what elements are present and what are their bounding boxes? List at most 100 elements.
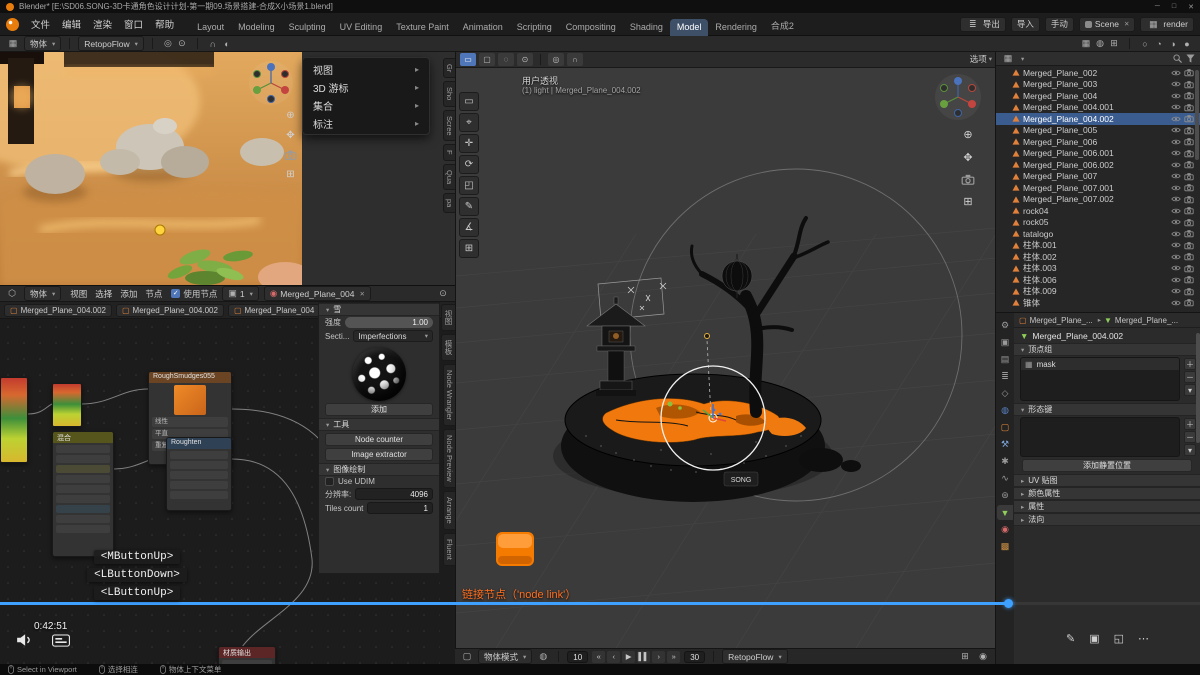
disable-render-icon[interactable] <box>1184 160 1194 169</box>
video-progress-handle[interactable] <box>1004 599 1013 608</box>
disable-render-icon[interactable] <box>1184 68 1194 77</box>
sidebar-tab[interactable]: Node Wrangler <box>443 364 455 426</box>
properties-tab-icon[interactable]: ▩ <box>997 539 1013 554</box>
disable-render-icon[interactable] <box>1184 80 1194 89</box>
sidebar-tab[interactable]: Arrange <box>443 491 455 530</box>
attributes-header[interactable]: ▸属性 <box>1014 500 1200 513</box>
outliner-row[interactable]: Merged_Plane_006.001 <box>996 148 1200 160</box>
workspace-tab[interactable]: Texture Paint <box>389 19 456 36</box>
select-lasso-icon[interactable]: ◌ <box>498 53 514 66</box>
workspace-tab[interactable]: Shading <box>623 19 670 36</box>
outliner-row[interactable]: Merged_Plane_002 <box>996 67 1200 79</box>
sidebar-tab[interactable]: 视图 <box>441 304 455 331</box>
sidebar-tab[interactable]: Qua <box>443 164 455 190</box>
viewport-tool-button[interactable]: ▭ <box>459 92 479 111</box>
workspace-tab[interactable]: UV Editing <box>333 19 390 36</box>
outliner-row[interactable]: 柱体.006 <box>996 274 1200 286</box>
workspace-tab[interactable]: Animation <box>456 19 510 36</box>
vertex-groups-list[interactable]: ▦ mask <box>1020 357 1180 401</box>
close-button[interactable]: ✕ <box>1188 3 1194 11</box>
options-menu[interactable]: 选项▾ <box>970 53 992 65</box>
outliner-row[interactable]: Merged_Plane_007 <box>996 171 1200 183</box>
disable-render-icon[interactable] <box>1184 229 1194 238</box>
outliner-row[interactable]: 柱体.009 <box>996 286 1200 298</box>
hide-viewport-icon[interactable] <box>1171 241 1181 249</box>
menu-item[interactable]: 文件 <box>25 18 56 33</box>
properties-tab-icon[interactable]: ⚙ <box>997 318 1013 333</box>
image-icon[interactable]: ▣ <box>1089 632 1099 645</box>
menu-item[interactable]: 添加 <box>116 288 141 300</box>
outliner-scrollbar[interactable] <box>1195 70 1199 160</box>
sidebar-tab[interactable]: F <box>443 144 455 161</box>
properties-tab-icon[interactable]: ◉ <box>997 522 1013 537</box>
more-icon[interactable]: ⋯ <box>1138 632 1149 645</box>
disable-render-icon[interactable] <box>1184 114 1194 123</box>
shader-type-dropdown[interactable]: 物体▾ <box>24 286 61 301</box>
retopoflow-menu[interactable]: RetopoFlow▾ <box>78 36 144 51</box>
import-button[interactable]: 导入 <box>1011 17 1040 32</box>
hide-viewport-icon[interactable] <box>1171 115 1181 123</box>
editor-type-icon[interactable]: ▦ <box>6 37 20 50</box>
viewport-tool-button[interactable]: ✎ <box>459 197 479 216</box>
material-selector[interactable]: ◉Merged_Plane_004✕ <box>264 286 371 301</box>
specials-menu-button[interactable]: ▾ <box>1184 384 1196 396</box>
viewport-axis-gizmo[interactable] <box>935 74 981 120</box>
specials-menu-button[interactable]: ▾ <box>1184 444 1196 456</box>
properties-tab-icon[interactable]: ∿ <box>997 471 1013 486</box>
outliner-row[interactable]: rock05 <box>996 217 1200 229</box>
color-ramp-node[interactable] <box>52 383 82 427</box>
hide-viewport-icon[interactable] <box>1171 276 1181 284</box>
color-ramp-node[interactable] <box>0 377 28 463</box>
menu-item[interactable]: 节点 <box>141 288 166 300</box>
manual-button[interactable]: 手动 <box>1045 17 1074 32</box>
outliner-row[interactable]: 柱体.001 <box>996 240 1200 252</box>
workspace-tab[interactable]: Layout <box>190 19 231 36</box>
hide-viewport-icon[interactable] <box>1171 172 1181 180</box>
disable-render-icon[interactable] <box>1184 241 1194 250</box>
disable-render-icon[interactable] <box>1184 91 1194 100</box>
shading-ball-icon[interactable]: ○ <box>1138 37 1152 50</box>
expand-icon[interactable]: ◱ <box>1114 632 1124 645</box>
disable-render-icon[interactable] <box>1184 195 1194 204</box>
menu-item[interactable]: 帮助 <box>149 18 180 33</box>
outliner-row[interactable]: 柱体.002 <box>996 251 1200 263</box>
outliner-row[interactable]: Merged_Plane_003 <box>996 79 1200 91</box>
retopoflow-menu[interactable]: RetopoFlow▾ <box>722 649 788 664</box>
export-button[interactable]: ≣导出 <box>960 17 1006 32</box>
viewport-tool-button[interactable]: ◰ <box>459 176 479 195</box>
outliner-row[interactable]: 柱体.003 <box>996 263 1200 275</box>
mix-node[interactable]: 混合 <box>52 431 114 557</box>
disable-render-icon[interactable] <box>1184 149 1194 158</box>
shading-ball-icon[interactable]: ◑ <box>1166 37 1180 50</box>
properties-tab-icon[interactable]: ▤ <box>997 352 1013 367</box>
disable-render-icon[interactable] <box>1184 252 1194 261</box>
sidebar-tab[interactable]: Sho <box>443 81 455 106</box>
hide-viewport-icon[interactable] <box>1171 69 1181 77</box>
viewport-tool-button[interactable]: ✛ <box>459 134 479 153</box>
disable-render-icon[interactable] <box>1184 103 1194 112</box>
hide-viewport-icon[interactable] <box>1171 230 1181 238</box>
select-circle-icon[interactable]: ▢ <box>479 53 495 66</box>
hide-viewport-icon[interactable] <box>1171 103 1181 111</box>
disable-render-icon[interactable] <box>1184 206 1194 215</box>
disable-render-icon[interactable] <box>1184 218 1194 227</box>
overlay-icon[interactable]: ⊞ <box>1107 37 1121 50</box>
frame-end-field[interactable]: 30 <box>684 651 705 663</box>
transport-button[interactable]: ‹ <box>607 651 620 663</box>
subtitles-icon[interactable] <box>52 634 70 647</box>
add-rest-position-button[interactable]: 添加静置位置 <box>1022 459 1192 472</box>
resolution-field[interactable]: 4096 <box>355 488 433 500</box>
viewport-axis-gizmo[interactable] <box>248 60 294 106</box>
outliner-row[interactable]: Merged_Plane_004 <box>996 90 1200 102</box>
transform-icon[interactable]: ◎ <box>161 37 175 50</box>
blender-logo-icon[interactable] <box>6 18 19 31</box>
hide-viewport-icon[interactable] <box>1171 287 1181 295</box>
properties-tab-icon[interactable]: ◇ <box>997 386 1013 401</box>
grid-view-icon[interactable]: ⊞ <box>963 195 972 208</box>
workspace-tab[interactable]: Model <box>670 19 709 36</box>
pan-hand-icon[interactable]: ✥ <box>963 151 972 164</box>
node-setting-row[interactable]: 线性 <box>152 417 228 427</box>
hide-viewport-icon[interactable] <box>1171 253 1181 261</box>
properties-tab-icon[interactable]: ✱ <box>997 454 1013 469</box>
transport-button[interactable]: » <box>667 651 680 663</box>
